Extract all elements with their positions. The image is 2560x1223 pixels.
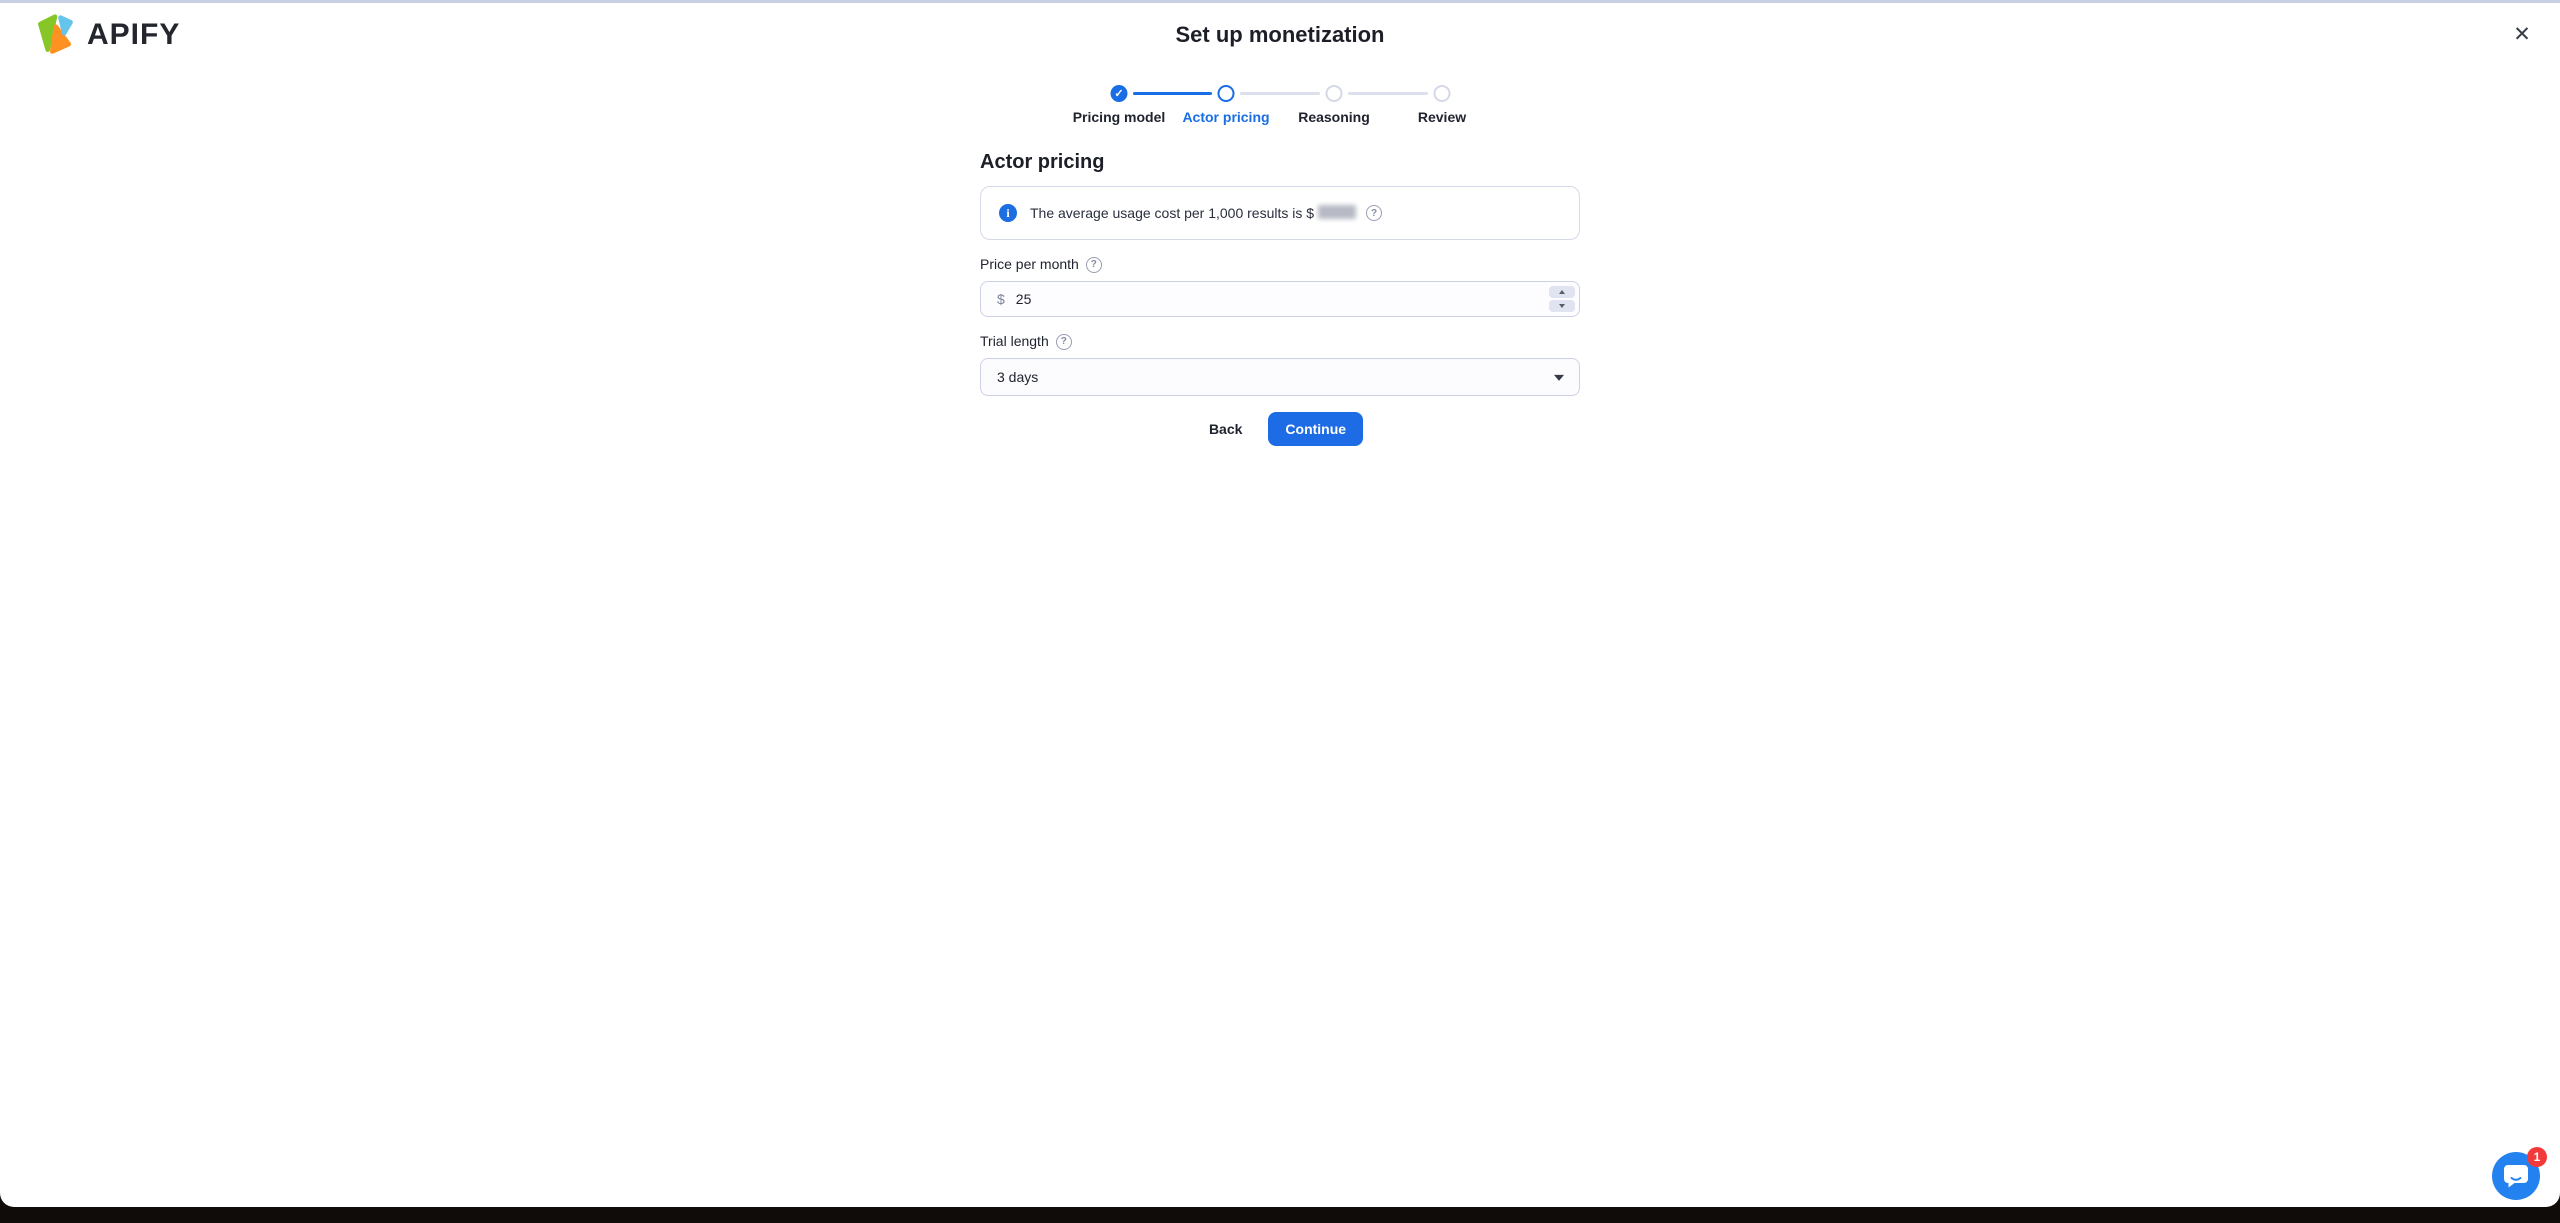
spin-down-button[interactable]	[1549, 300, 1575, 312]
help-icon[interactable]: ?	[1366, 205, 1383, 221]
chevron-down-icon	[1554, 374, 1564, 381]
step-circle-actor-pricing[interactable]	[1217, 85, 1235, 102]
currency-prefix: $	[997, 291, 1005, 307]
back-button[interactable]: Back	[1197, 413, 1254, 445]
check-icon: ✓	[1114, 88, 1124, 100]
stepper: ✓ Pricing model Actor pricing Reasoning …	[1060, 85, 1500, 129]
trial-length-value: 3 days	[997, 369, 1039, 385]
step-circle-pricing-model[interactable]: ✓	[1110, 85, 1128, 102]
monetization-dialog: APIFY Set up monetization ✕ ✓ Pricing mo…	[0, 0, 2560, 1207]
trial-field-label-row: Trial length ?	[980, 333, 1580, 350]
apify-logo-icon	[38, 14, 73, 54]
step-label-review: Review	[1417, 109, 1467, 125]
stepper-connector-done	[1133, 92, 1212, 95]
apify-logo: APIFY	[33, 13, 180, 57]
help-icon[interactable]: ?	[1055, 333, 1072, 350]
dialog-header: APIFY Set up monetization ✕	[0, 3, 2560, 73]
trial-length-select[interactable]: 3 days	[980, 358, 1580, 396]
step-label-pricing-model[interactable]: Pricing model	[1073, 109, 1166, 125]
step-circle-reasoning	[1325, 85, 1343, 102]
spin-down-icon	[1559, 304, 1565, 308]
price-input-wrap: $	[980, 281, 1580, 317]
stepper-connector	[1240, 92, 1320, 95]
info-banner-text: The average usage cost per 1,000 results…	[1030, 205, 1315, 221]
spin-up-icon	[1559, 290, 1565, 294]
price-field-label: Price per month	[980, 256, 1079, 272]
info-banner: i The average usage cost per 1,000 resul…	[980, 186, 1580, 240]
form-content: Actor pricing i The average usage cost p…	[980, 150, 1580, 446]
step-label-actor-pricing[interactable]: Actor pricing	[1182, 109, 1269, 125]
help-icon[interactable]: ?	[1085, 256, 1102, 273]
dialog-title: Set up monetization	[1175, 22, 1385, 47]
unread-badge: 1	[2527, 1147, 2547, 1167]
close-icon: ✕	[2513, 23, 2531, 46]
chat-launcher-button[interactable]: 1	[2492, 1147, 2547, 1200]
step-circle-review	[1433, 85, 1451, 102]
redacted-value	[1318, 205, 1357, 219]
brand-wordmark: APIFY	[87, 18, 181, 51]
page-title: Actor pricing	[980, 151, 1105, 173]
price-field-label-row: Price per month ?	[980, 256, 1580, 273]
form-actions: Back Continue	[980, 412, 1580, 446]
stepper-connector	[1348, 92, 1428, 95]
trial-field-label: Trial length	[980, 333, 1049, 349]
continue-button[interactable]: Continue	[1268, 412, 1364, 446]
spin-up-button[interactable]	[1549, 286, 1575, 298]
price-spinners	[1549, 286, 1575, 312]
close-button[interactable]: ✕	[2506, 19, 2538, 51]
price-input[interactable]	[1015, 291, 1543, 307]
step-label-reasoning: Reasoning	[1298, 109, 1370, 125]
info-icon: i	[999, 204, 1017, 222]
